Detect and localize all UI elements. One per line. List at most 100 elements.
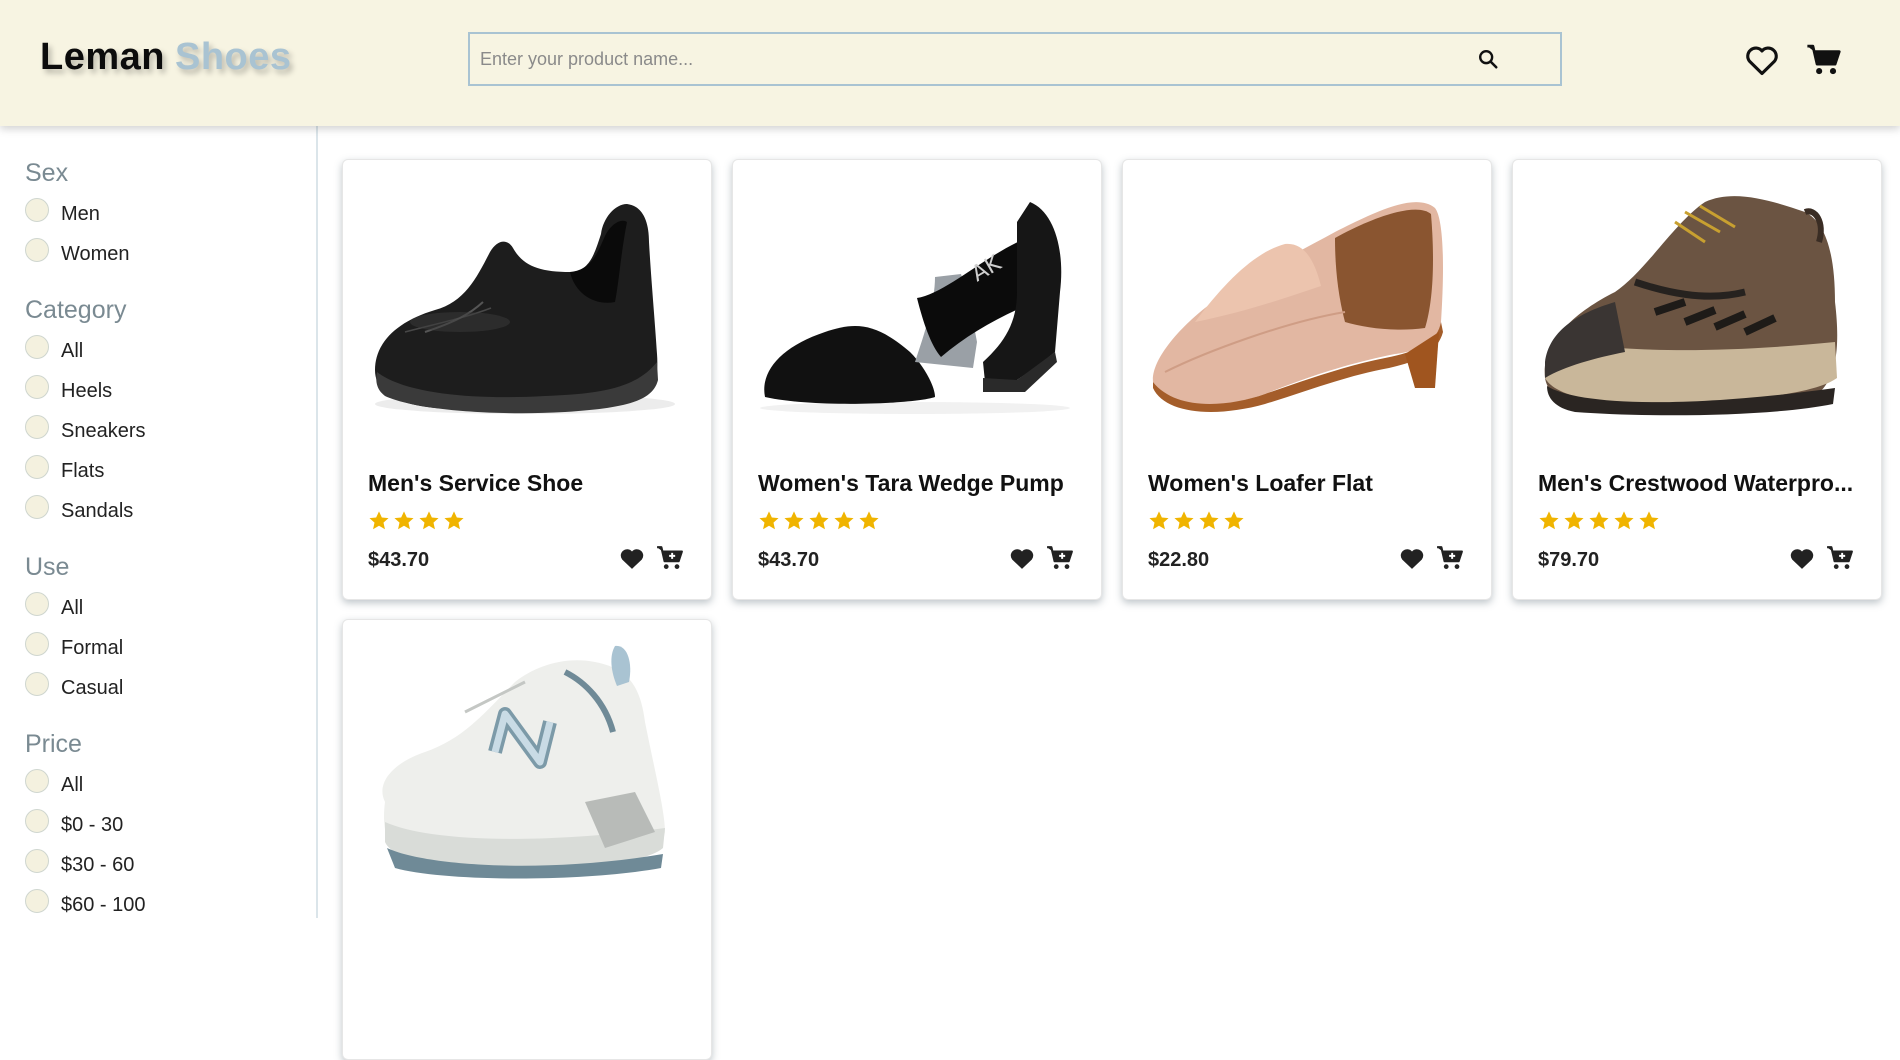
add-to-cart-icon[interactable]: [1435, 543, 1465, 573]
product-image[interactable]: AK: [755, 182, 1081, 430]
radio-button[interactable]: [25, 632, 49, 656]
product-image[interactable]: [1535, 182, 1861, 430]
star-icon: [1223, 510, 1245, 537]
radio-button[interactable]: [25, 375, 49, 399]
product-image[interactable]: [1145, 182, 1471, 430]
radio-button[interactable]: [25, 335, 49, 359]
add-to-cart-icon[interactable]: [1045, 543, 1075, 573]
filter-option-label: Men: [61, 202, 100, 225]
filter-option-label: All: [61, 773, 84, 796]
product-price: $43.70: [368, 549, 430, 571]
radio-button[interactable]: [25, 849, 49, 873]
star-icon: [833, 510, 855, 537]
radio-button[interactable]: [25, 769, 49, 793]
filter-option-category-all[interactable]: All: [25, 331, 316, 371]
star-icon: [1613, 510, 1635, 537]
rating-stars: [1538, 510, 1660, 537]
filter-title-use: Use: [25, 553, 70, 581]
filter-option-casual[interactable]: Casual: [25, 668, 316, 708]
product-image[interactable]: [365, 182, 691, 430]
star-icon: [418, 510, 440, 537]
radio-button[interactable]: [25, 495, 49, 519]
cart-icon[interactable]: [1806, 42, 1842, 78]
filter-option-price-all[interactable]: All: [25, 765, 316, 805]
radio-button[interactable]: [25, 415, 49, 439]
heart-icon[interactable]: [617, 543, 647, 573]
star-icon: [783, 510, 805, 537]
product-card[interactable]: AK Women's Tara Wedge Pump $43.70: [732, 159, 1102, 600]
star-icon: [393, 510, 415, 537]
product-image[interactable]: [365, 642, 691, 890]
product-title[interactable]: Women's Loafer Flat: [1148, 470, 1468, 497]
radio-button[interactable]: [25, 672, 49, 696]
product-card[interactable]: [342, 619, 712, 1060]
filter-sidebar: Sex Men Women Category All Heels Sneaker…: [0, 126, 318, 918]
filter-group-price: Price All $0 - 30 $30 - 60 $60 - 100: [25, 730, 316, 918]
logo-word-leman: Leman: [40, 36, 165, 78]
filter-title-category: Category: [25, 296, 127, 324]
filter-option-men[interactable]: Men: [25, 194, 316, 234]
add-to-cart-icon[interactable]: [655, 543, 685, 573]
filter-group-sex: Sex Men Women: [25, 159, 316, 274]
filter-option-flats[interactable]: Flats: [25, 451, 316, 491]
filter-option-sandals[interactable]: Sandals: [25, 491, 316, 531]
product-title[interactable]: Women's Tara Wedge Pump: [758, 470, 1078, 497]
star-icon: [1538, 510, 1560, 537]
filter-option-label: Casual: [61, 676, 124, 699]
radio-button[interactable]: [25, 198, 49, 222]
site-header: Leman Shoes: [0, 0, 1900, 126]
filter-option-heels[interactable]: Heels: [25, 371, 316, 411]
star-icon: [1588, 510, 1610, 537]
product-title[interactable]: Men's Service Shoe: [368, 470, 688, 497]
star-icon: [808, 510, 830, 537]
search-icon[interactable]: [1466, 37, 1510, 81]
filter-option-price-0-30[interactable]: $0 - 30: [25, 805, 316, 845]
product-price: $43.70: [758, 549, 820, 571]
filter-option-sneakers[interactable]: Sneakers: [25, 411, 316, 451]
radio-button[interactable]: [25, 889, 49, 913]
filter-option-label: Heels: [61, 379, 113, 402]
filter-option-label: Women: [61, 242, 130, 265]
rating-stars: [1148, 510, 1245, 537]
filter-option-price-60-100[interactable]: $60 - 100: [25, 885, 316, 918]
heart-icon[interactable]: [1007, 543, 1037, 573]
star-icon: [1638, 510, 1660, 537]
heart-icon[interactable]: [1397, 543, 1427, 573]
product-card[interactable]: Women's Loafer Flat $22.80: [1122, 159, 1492, 600]
rating-stars: [368, 510, 465, 537]
star-icon: [858, 510, 880, 537]
filter-option-label: $0 - 30: [61, 813, 124, 836]
heart-icon[interactable]: [1787, 543, 1817, 573]
star-icon: [758, 510, 780, 537]
radio-button[interactable]: [25, 238, 49, 262]
filter-title-sex: Sex: [25, 159, 69, 187]
product-title[interactable]: Men's Crestwood Waterpro...: [1538, 470, 1858, 497]
product-card[interactable]: Men's Service Shoe $43.70: [342, 159, 712, 600]
filter-option-label: All: [61, 339, 84, 362]
filter-option-label: Formal: [61, 636, 124, 659]
filter-option-label: Flats: [61, 459, 105, 482]
add-to-cart-icon[interactable]: [1825, 543, 1855, 573]
filter-option-use-all[interactable]: All: [25, 588, 316, 628]
star-icon: [1198, 510, 1220, 537]
star-icon: [1563, 510, 1585, 537]
filter-option-label: All: [61, 596, 84, 619]
site-logo[interactable]: Leman Shoes: [40, 36, 292, 79]
filter-option-women[interactable]: Women: [25, 234, 316, 274]
filter-option-price-30-60[interactable]: $30 - 60: [25, 845, 316, 885]
product-card[interactable]: Men's Crestwood Waterpro... $79.70: [1512, 159, 1882, 600]
filter-option-formal[interactable]: Formal: [25, 628, 316, 668]
search-input[interactable]: [470, 34, 1466, 84]
filter-option-label: $30 - 60: [61, 853, 135, 876]
radio-button[interactable]: [25, 592, 49, 616]
filter-option-label: Sneakers: [61, 419, 146, 442]
filter-option-label: Sandals: [61, 499, 134, 522]
logo-word-shoes: Shoes: [174, 36, 292, 78]
radio-button[interactable]: [25, 809, 49, 833]
heart-icon[interactable]: [1744, 42, 1780, 78]
rating-stars: [758, 510, 880, 537]
radio-button[interactable]: [25, 455, 49, 479]
filter-group-use: Use All Formal Casual: [25, 553, 316, 708]
filter-title-price: Price: [25, 730, 82, 758]
star-icon: [1173, 510, 1195, 537]
